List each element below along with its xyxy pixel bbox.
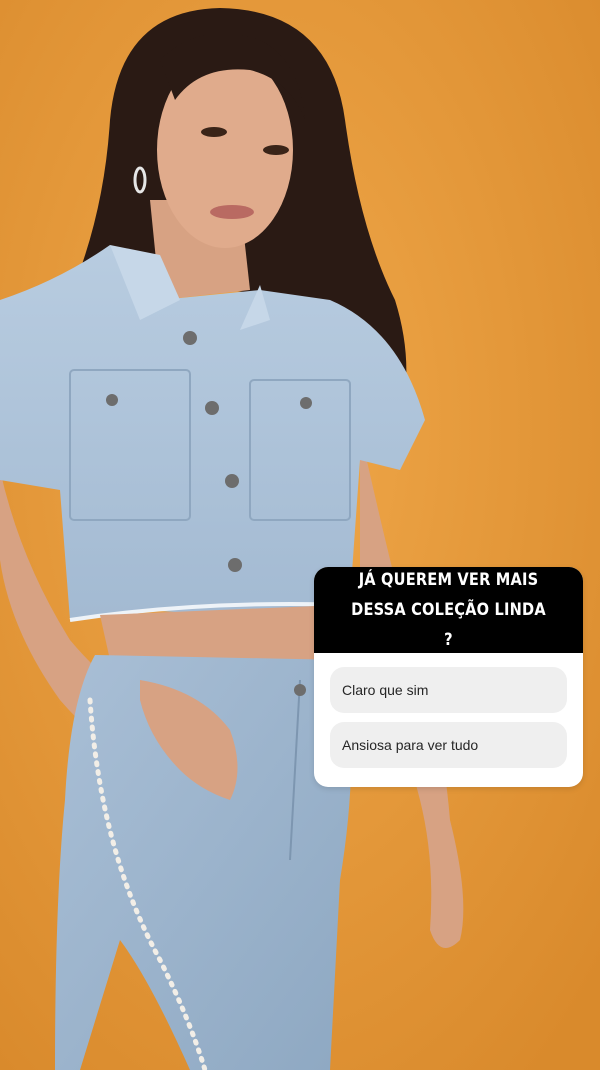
poll-option-label: Claro que sim: [342, 682, 429, 698]
poll-sticker: JÁ QUEREM VER MAIS DESSA COLEÇÃO LINDA ?…: [314, 567, 583, 787]
poll-option-1[interactable]: Claro que sim: [330, 667, 567, 713]
instagram-story: JÁ QUEREM VER MAIS DESSA COLEÇÃO LINDA ?…: [0, 0, 600, 1070]
poll-option-label: Ansiosa para ver tudo: [342, 737, 479, 753]
poll-option-2[interactable]: Ansiosa para ver tudo: [330, 722, 567, 768]
poll-question: JÁ QUEREM VER MAIS DESSA COLEÇÃO LINDA ?: [351, 570, 546, 650]
poll-options: Claro que sim Ansiosa para ver tudo: [314, 653, 583, 768]
poll-question-header: JÁ QUEREM VER MAIS DESSA COLEÇÃO LINDA ?: [314, 567, 583, 653]
model-photo: [0, 0, 600, 1070]
